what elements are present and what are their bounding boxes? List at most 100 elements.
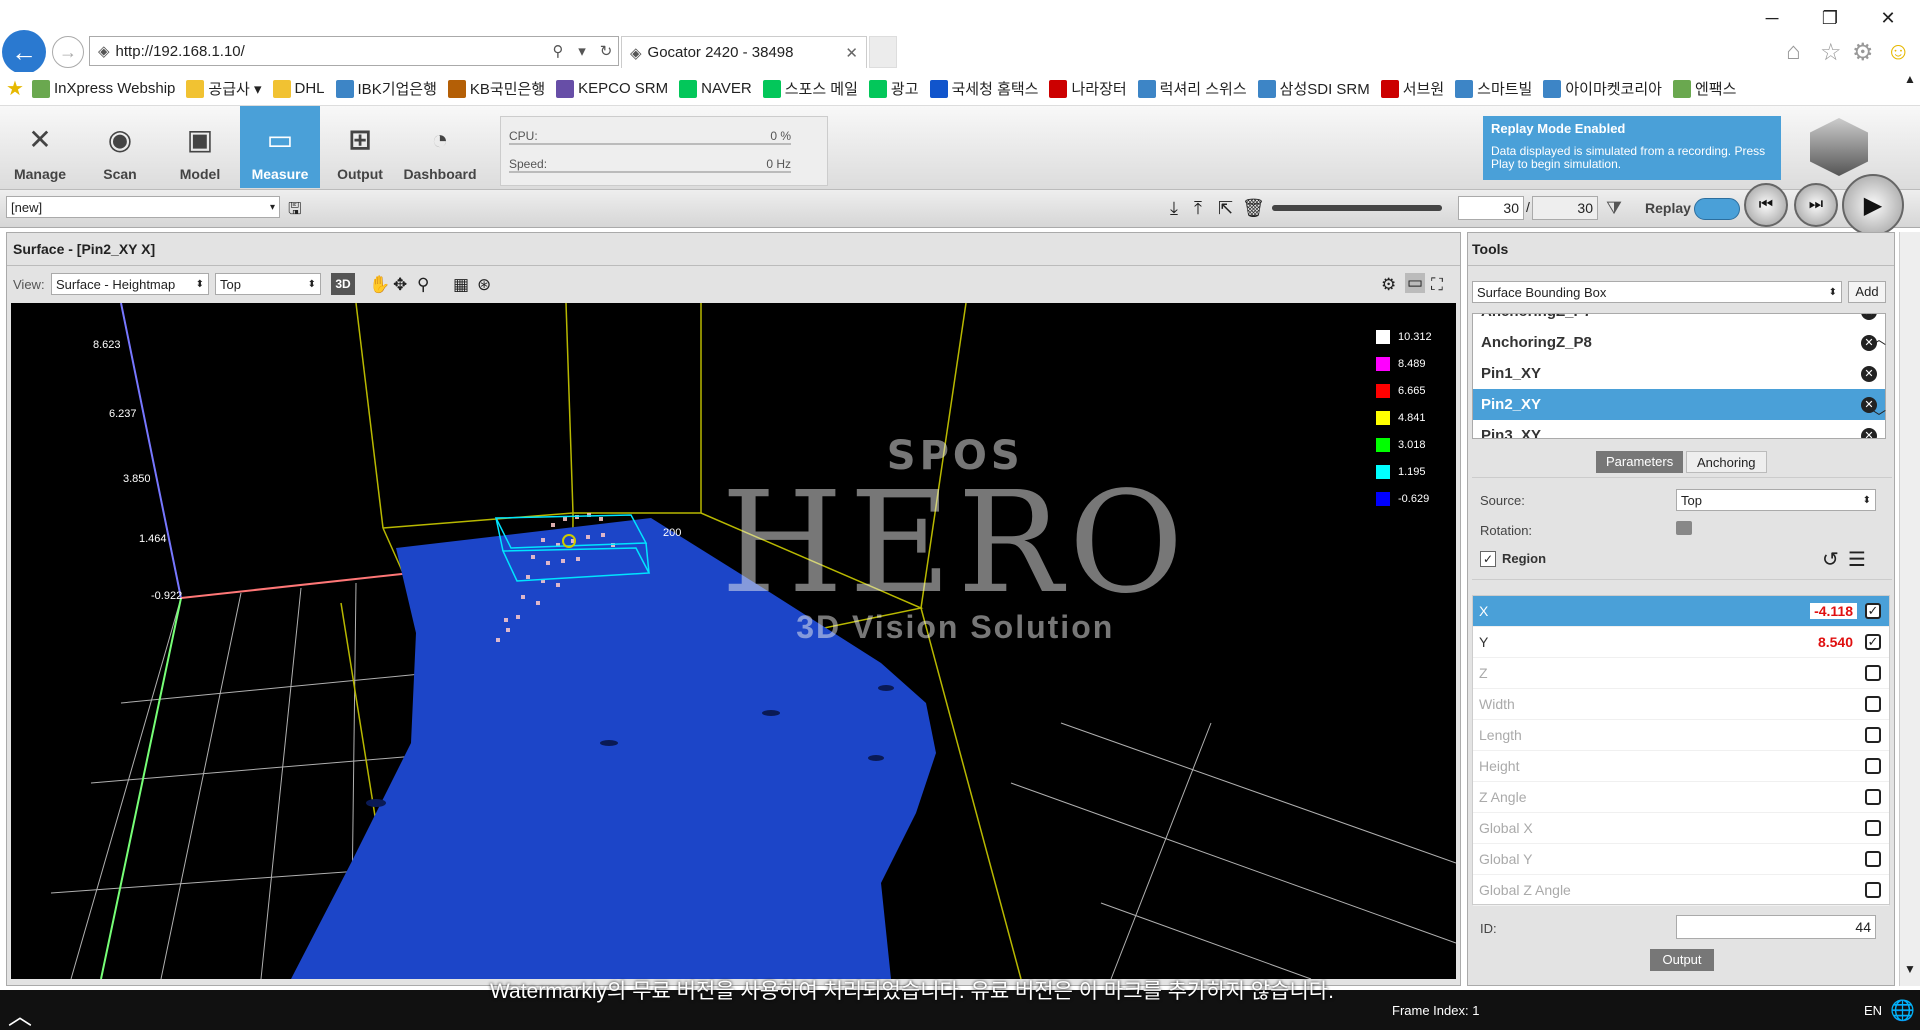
scroll-up-icon[interactable]: ▲ xyxy=(1904,72,1916,86)
tool-item[interactable]: AnchoringZ_P8 ✕ xyxy=(1473,327,1885,358)
measurement-row[interactable]: Y 8.540 ✓ xyxy=(1473,627,1889,658)
measurement-checkbox[interactable] xyxy=(1865,727,1881,743)
favorite-link[interactable]: 엔팩스 xyxy=(1672,78,1736,99)
view-mode-select[interactable]: Surface - Heightmap ⬍ xyxy=(51,273,209,295)
toolbar-measure-button[interactable]: ▭ Measure xyxy=(240,106,320,188)
toolbar-manage-button[interactable]: ✕ Manage xyxy=(0,106,80,188)
upload-icon[interactable]: ⤒ xyxy=(1194,198,1202,219)
toolbar-scan-button[interactable]: ◉ Scan xyxy=(80,106,160,188)
favorite-link[interactable]: 광고 xyxy=(868,78,919,99)
save-icon[interactable]: 🖫 xyxy=(288,198,302,225)
layout-icon[interactable]: ▭ xyxy=(1405,273,1426,293)
new-tab-button[interactable] xyxy=(869,36,897,68)
measurement-checkbox[interactable] xyxy=(1865,820,1881,836)
measurement-row[interactable]: Z xyxy=(1473,658,1889,689)
3d-button[interactable]: 3D xyxy=(331,273,355,295)
tab-close-icon[interactable]: ✕ xyxy=(845,44,858,62)
id-input[interactable]: 44 xyxy=(1676,915,1876,939)
measurement-row[interactable]: X -4.118 ✓ xyxy=(1473,596,1889,627)
favorite-link[interactable]: NAVER xyxy=(679,79,752,98)
address-bar[interactable]: ◈ http://192.168.1.10/ ⚲ ▾ ↻ xyxy=(89,36,619,66)
favorite-link[interactable]: 삼성SDI SRM xyxy=(1257,78,1370,99)
favorite-link[interactable]: DHL xyxy=(272,79,325,98)
close-button[interactable]: ✕ xyxy=(1868,2,1908,34)
settings-gear-icon[interactable]: ⚙ xyxy=(1852,38,1874,67)
measurement-checkbox[interactable] xyxy=(1865,882,1881,898)
favorite-link[interactable]: 스포스 메일 xyxy=(762,78,858,99)
measurement-checkbox[interactable]: ✓ xyxy=(1865,603,1881,619)
measurement-row[interactable]: Height xyxy=(1473,751,1889,782)
rewind-button[interactable]: ⏮ xyxy=(1744,183,1788,227)
forward-button[interactable]: → xyxy=(52,36,84,68)
measurement-checkbox[interactable] xyxy=(1865,789,1881,805)
replay-slider[interactable] xyxy=(1272,205,1442,211)
measurement-checkbox[interactable] xyxy=(1865,758,1881,774)
toolbar-dashboard-button[interactable]: ◔ Dashboard xyxy=(400,106,480,188)
favorites-star-icon[interactable]: ★ xyxy=(6,76,24,101)
measurement-checkbox[interactable] xyxy=(1865,851,1881,867)
trash-icon[interactable]: 🗑 xyxy=(1242,198,1265,219)
output-button[interactable]: Output xyxy=(1650,949,1714,971)
favorite-link[interactable]: 서브원 xyxy=(1380,78,1444,99)
replay-toggle[interactable] xyxy=(1694,198,1740,220)
minimize-button[interactable]: ─ xyxy=(1752,2,1792,34)
fullscreen-icon[interactable]: ⛶ xyxy=(1431,275,1443,295)
tab-anchoring[interactable]: Anchoring xyxy=(1686,451,1767,473)
play-button[interactable]: ▶ xyxy=(1842,174,1904,236)
tool-item[interactable]: Pin1_XY ✕ xyxy=(1473,358,1885,389)
favorite-link[interactable]: IBK기업은행 xyxy=(335,78,437,99)
download-icon[interactable]: ⤓ xyxy=(1170,198,1178,219)
zoom-icon[interactable]: ⚲ xyxy=(417,275,429,295)
favorite-link[interactable]: 국세청 홈택스 xyxy=(929,78,1038,99)
restore-button[interactable]: ❐ xyxy=(1810,2,1850,34)
back-button[interactable]: ← xyxy=(2,30,46,74)
source-select[interactable]: Top ⬍ xyxy=(1676,489,1876,511)
measurement-row[interactable]: Width xyxy=(1473,689,1889,720)
favorite-link[interactable]: KB국민은행 xyxy=(447,78,545,99)
favorite-link[interactable]: 럭셔리 스위스 xyxy=(1137,78,1247,99)
measurement-row[interactable]: Global Y xyxy=(1473,844,1889,875)
tool-item[interactable]: Pin3_XY ✕ xyxy=(1473,420,1885,438)
scroll-up-icon[interactable]: ︿ xyxy=(1872,329,1886,349)
remove-tool-icon[interactable]: ✕ xyxy=(1861,365,1877,382)
filter-icon[interactable]: ⧩ xyxy=(1606,198,1622,219)
measurement-checkbox[interactable] xyxy=(1865,696,1881,712)
3d-viewer[interactable]: SPOS HERO 3D Vision Solution 8.623 6.237… xyxy=(11,303,1456,979)
browser-tab[interactable]: ◈ Gocator 2420 - 38498 ✕ xyxy=(621,36,867,68)
list-icon[interactable]: ☰ xyxy=(1848,547,1866,572)
measurement-row[interactable]: Global Z Angle xyxy=(1473,875,1889,906)
measurement-row[interactable]: Length xyxy=(1473,720,1889,751)
pan-hand-icon[interactable]: ✋ xyxy=(369,275,390,295)
favorite-link[interactable]: 아이마켓코리아 xyxy=(1543,78,1662,99)
settings-icon[interactable]: ⚙ xyxy=(1381,275,1396,295)
favorite-link[interactable]: InXpress Webship xyxy=(31,79,175,98)
favorite-link[interactable]: 공급사 ▾ xyxy=(186,78,262,99)
home-icon[interactable]: ⌂ xyxy=(1786,38,1801,66)
refresh-icon[interactable]: ↻ xyxy=(594,42,618,60)
favorites-star-icon[interactable]: ☆ xyxy=(1820,38,1842,67)
smiley-feedback-icon[interactable]: ☺ xyxy=(1886,38,1911,66)
tool-item[interactable]: Pin2_XY ✕ xyxy=(1473,389,1885,420)
toolbar-output-button[interactable]: ⊞ Output xyxy=(320,106,400,188)
remove-tool-icon[interactable]: ✕ xyxy=(1861,427,1877,438)
measurement-row[interactable]: Z Angle xyxy=(1473,782,1889,813)
favorite-link[interactable]: 스마트빌 xyxy=(1455,78,1532,99)
step-button[interactable]: ⏭ xyxy=(1794,183,1838,227)
measurement-checkbox[interactable] xyxy=(1865,665,1881,681)
view-dir-select[interactable]: Top ⬍ xyxy=(215,273,321,295)
scroll-down-icon[interactable]: ▼ xyxy=(1904,962,1916,976)
add-tool-button[interactable]: Add xyxy=(1848,281,1886,303)
grid-icon[interactable]: ▦ xyxy=(453,275,469,295)
tab-parameters[interactable]: Parameters xyxy=(1596,451,1684,473)
remove-tool-icon[interactable]: ✕ xyxy=(1861,314,1877,320)
search-icon[interactable]: ⚲ xyxy=(546,42,570,60)
reset-icon[interactable]: ↺ xyxy=(1822,547,1839,572)
favorite-link[interactable]: 나라장터 xyxy=(1049,78,1127,99)
toolbar-model-button[interactable]: ▣ Model xyxy=(160,106,240,188)
tool-item[interactable]: AnchoringZ_P7 ✕ xyxy=(1473,314,1885,327)
dropdown-icon[interactable]: ▾ xyxy=(570,42,594,60)
measurement-row[interactable]: Global X xyxy=(1473,813,1889,844)
job-select[interactable]: [new] ▾ xyxy=(6,196,280,218)
expand-up-icon[interactable]: ︿ xyxy=(8,996,32,1031)
axes-icon[interactable]: ⊛ xyxy=(477,275,491,295)
